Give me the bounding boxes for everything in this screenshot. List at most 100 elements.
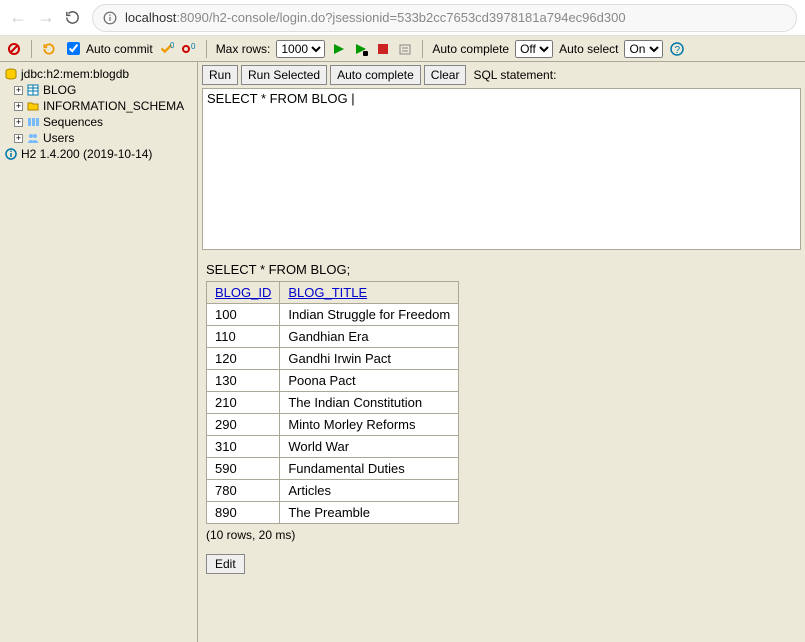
back-icon[interactable]: ←: [8, 7, 28, 28]
run-selected-icon[interactable]: [353, 41, 369, 57]
max-rows-select[interactable]: 1000: [276, 40, 325, 58]
help-icon[interactable]: ?: [669, 41, 685, 57]
expander-icon[interactable]: +: [14, 134, 23, 143]
browser-bar: ← → localhost:8090/h2-console/login.do?j…: [0, 0, 805, 36]
sql-toolbar: Run Run Selected Auto complete Clear SQL…: [198, 62, 805, 88]
table-cell: The Indian Constitution: [280, 392, 459, 414]
table-cell: Gandhi Irwin Pact: [280, 348, 459, 370]
reload-icon[interactable]: [64, 9, 84, 26]
sidebar-item[interactable]: + BLOG: [0, 82, 197, 98]
table-cell: Fundamental Duties: [280, 458, 459, 480]
svg-text:0: 0: [170, 42, 174, 50]
expander-icon[interactable]: +: [14, 86, 23, 95]
auto-select-select[interactable]: On: [624, 40, 663, 58]
database-icon: [4, 67, 18, 81]
table-cell: 780: [207, 480, 280, 502]
table-cell: 130: [207, 370, 280, 392]
results-panel: SELECT * FROM BLOG; BLOG_IDBLOG_TITLE 10…: [198, 254, 805, 642]
sidebar-item-label: Users: [43, 131, 74, 145]
tree: jdbc:h2:mem:blogdb + BLOG + INFORMATION_SCH…: [0, 62, 197, 166]
auto-commit-input[interactable]: [67, 42, 80, 55]
table-row: 120Gandhi Irwin Pact: [207, 348, 459, 370]
sql-statement-label: SQL statement:: [473, 68, 556, 82]
table-cell: 890: [207, 502, 280, 524]
table-body: 100Indian Struggle for Freedom110Gandhia…: [207, 304, 459, 524]
sidebar-item[interactable]: + INFORMATION_SCHEMA: [0, 98, 197, 114]
sidebar-item[interactable]: + Users: [0, 130, 197, 146]
table-cell: 110: [207, 326, 280, 348]
table-row: 290Minto Morley Reforms: [207, 414, 459, 436]
auto-complete-button[interactable]: Auto complete: [330, 65, 421, 85]
table-cell: 310: [207, 436, 280, 458]
app-toolbar: Auto commit 0 0 Max rows: 1000 Auto comp…: [0, 36, 805, 62]
refresh-icon[interactable]: [41, 41, 57, 57]
table-cell: 290: [207, 414, 280, 436]
rollback-icon[interactable]: 0: [181, 41, 197, 57]
url-bar[interactable]: localhost:8090/h2-console/login.do?jsess…: [92, 4, 797, 32]
svg-text:0: 0: [191, 42, 196, 51]
table-row: 890The Preamble: [207, 502, 459, 524]
row-summary: (10 rows, 20 ms): [206, 528, 797, 542]
sidebar-item[interactable]: + Sequences: [0, 114, 197, 130]
column-header[interactable]: BLOG_TITLE: [280, 282, 459, 304]
expander-icon[interactable]: +: [14, 118, 23, 127]
results-table: BLOG_IDBLOG_TITLE 100Indian Struggle for…: [206, 281, 459, 524]
svg-text:?: ?: [675, 45, 681, 56]
table-cell: 120: [207, 348, 280, 370]
main: Run Run Selected Auto complete Clear SQL…: [198, 62, 805, 642]
table-row: 310World War: [207, 436, 459, 458]
column-header[interactable]: BLOG_ID: [207, 282, 280, 304]
sidebar-item-label: INFORMATION_SCHEMA: [43, 99, 184, 113]
table-row: 130Poona Pact: [207, 370, 459, 392]
table-icon: [26, 83, 40, 97]
table-row: 100Indian Struggle for Freedom: [207, 304, 459, 326]
info-icon: [103, 11, 117, 25]
info-icon: [4, 147, 18, 161]
disconnect-icon[interactable]: [6, 41, 22, 57]
table-row: 210The Indian Constitution: [207, 392, 459, 414]
auto-complete-label: Auto complete: [432, 42, 509, 56]
table-cell: 210: [207, 392, 280, 414]
table-cell: 100: [207, 304, 280, 326]
table-cell: World War: [280, 436, 459, 458]
table-header-row: BLOG_IDBLOG_TITLE: [207, 282, 459, 304]
tree-version-label: H2 1.4.200 (2019-10-14): [21, 147, 152, 161]
table-cell: Poona Pact: [280, 370, 459, 392]
seq-icon: [26, 115, 40, 129]
history-icon[interactable]: [397, 41, 413, 57]
folder-icon: [26, 99, 40, 113]
tree-root[interactable]: jdbc:h2:mem:blogdb: [0, 66, 197, 82]
run-icon[interactable]: [331, 41, 347, 57]
tree-root-label: jdbc:h2:mem:blogdb: [21, 67, 129, 81]
table-row: 780Articles: [207, 480, 459, 502]
auto-commit-label: Auto commit: [86, 42, 153, 56]
table-cell: 590: [207, 458, 280, 480]
clear-button[interactable]: Clear: [424, 65, 467, 85]
results-echo: SELECT * FROM BLOG;: [206, 262, 797, 277]
max-rows-label: Max rows:: [216, 42, 271, 56]
sidebar: jdbc:h2:mem:blogdb + BLOG + INFORMATION_SCH…: [0, 62, 198, 642]
auto-select-label: Auto select: [559, 42, 618, 56]
table-cell: The Preamble: [280, 502, 459, 524]
url-text: localhost:8090/h2-console/login.do?jsess…: [125, 10, 626, 25]
commit-icon[interactable]: 0: [159, 41, 175, 57]
sidebar-item-label: BLOG: [43, 83, 76, 97]
table-cell: Articles: [280, 480, 459, 502]
forward-icon[interactable]: →: [36, 7, 56, 28]
run-button[interactable]: Run: [202, 65, 238, 85]
sql-input[interactable]: SELECT * FROM BLOG |: [202, 88, 801, 250]
table-cell: Indian Struggle for Freedom: [280, 304, 459, 326]
users-icon: [26, 131, 40, 145]
table-cell: Minto Morley Reforms: [280, 414, 459, 436]
run-selected-button[interactable]: Run Selected: [241, 65, 327, 85]
stop-icon[interactable]: [375, 41, 391, 57]
expander-icon[interactable]: +: [14, 102, 23, 111]
table-cell: Gandhian Era: [280, 326, 459, 348]
table-row: 590Fundamental Duties: [207, 458, 459, 480]
auto-commit-checkbox[interactable]: Auto commit: [63, 39, 153, 58]
sidebar-item-label: Sequences: [43, 115, 103, 129]
table-row: 110Gandhian Era: [207, 326, 459, 348]
edit-button[interactable]: Edit: [206, 554, 245, 574]
tree-version[interactable]: H2 1.4.200 (2019-10-14): [0, 146, 197, 162]
auto-complete-select[interactable]: Off: [515, 40, 553, 58]
